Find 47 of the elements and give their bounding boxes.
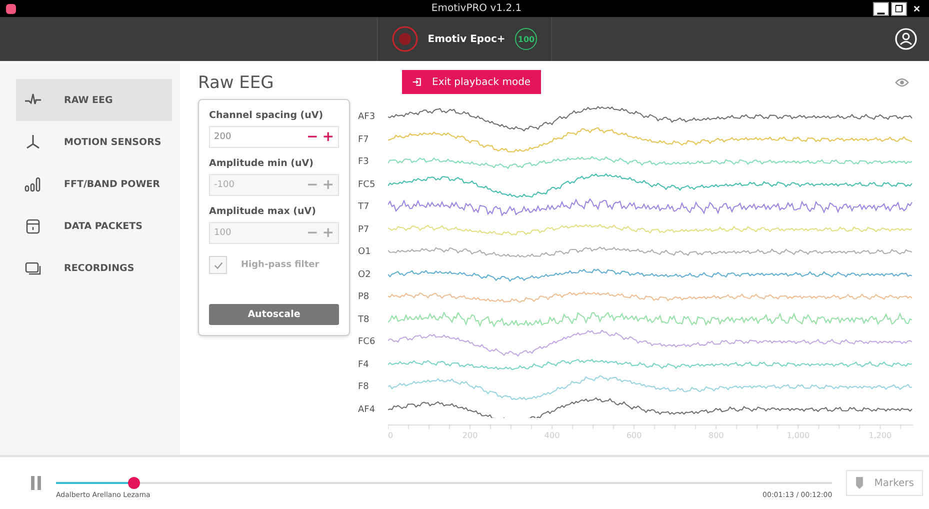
window-control-button[interactable]: ❐ [891, 2, 907, 16]
headset-icon[interactable] [392, 26, 418, 52]
sidebar-item[interactable]: FFT/BAND POWER [16, 163, 172, 205]
battery-badge: 100 [515, 28, 538, 50]
pause-button[interactable] [30, 476, 42, 490]
channel-label: P8 [358, 291, 370, 304]
package-icon [24, 217, 42, 235]
number-field[interactable]: 200 − + [209, 126, 339, 148]
app-icon [6, 4, 16, 14]
marker-icon [855, 477, 864, 489]
device-name: Emotiv Epoc+ [428, 34, 506, 44]
field-label: Channel spacing (uV) [209, 110, 324, 121]
autoscale-button[interactable]: Autoscale [209, 304, 339, 325]
channel-label: O2 [358, 268, 372, 282]
channel-label: FC5 [358, 178, 376, 192]
field-label: Amplitude min (uV) [209, 158, 314, 169]
increment-button[interactable]: + [322, 130, 334, 144]
slider-thumb[interactable] [128, 476, 140, 488]
channel-label: F7 [358, 134, 370, 146]
exit-playback-button[interactable]: Exit playback mode [402, 70, 541, 94]
channel-label: AF4 [358, 404, 376, 416]
user-icon[interactable] [895, 28, 917, 50]
checkbox-label: High-pass filter [241, 260, 320, 270]
exit-icon [412, 77, 422, 87]
sidebar-item[interactable]: RAW EEG [16, 79, 172, 121]
channel-label: T7 [358, 201, 370, 214]
channel-label: O1 [358, 246, 372, 259]
page-title: Raw EEG [198, 73, 275, 93]
eye-icon[interactable] [895, 76, 909, 88]
decrement-button[interactable]: − [306, 130, 318, 144]
channel-label: P7 [358, 224, 370, 236]
channel-label: FC6 [358, 336, 376, 349]
window-control-button[interactable]: ▁ [873, 2, 889, 16]
bar-chart-icon [24, 175, 42, 193]
markers-button[interactable]: Markers [846, 470, 923, 496]
sidebar-item[interactable]: MOTION SENSORS [16, 121, 172, 163]
channel-label: F8 [358, 381, 370, 394]
checkmark-icon [212, 260, 224, 270]
axes-icon [24, 133, 42, 151]
sidebar-item[interactable]: DATA PACKETS [16, 205, 172, 247]
channel-label: T8 [358, 314, 370, 326]
channel-label: F4 [358, 358, 370, 372]
sidebar-item[interactable]: RECORDINGS [16, 247, 172, 289]
window-title: EmotivPRO v1.2.1 [431, 3, 522, 14]
channel-label: F3 [358, 156, 370, 169]
channel-label: AF3 [358, 111, 376, 124]
field-label: Amplitude max (uV) [209, 206, 317, 217]
